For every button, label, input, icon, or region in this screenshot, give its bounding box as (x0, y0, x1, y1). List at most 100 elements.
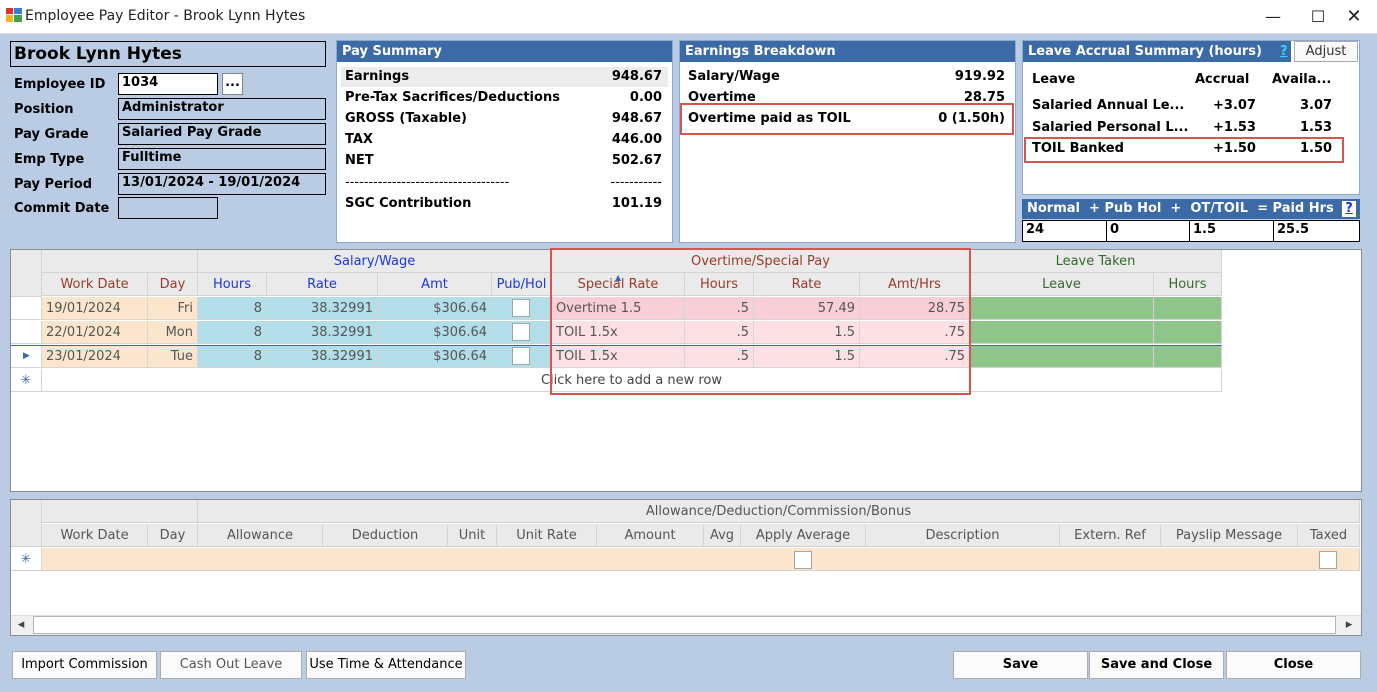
date-group-header (42, 250, 198, 273)
col-description[interactable]: Description (866, 524, 1060, 547)
employee-lookup-button[interactable]: ... (222, 73, 243, 95)
new-row-marker-icon: ✳ (11, 369, 42, 392)
col-avg[interactable]: Avg (704, 524, 741, 547)
earnings-row: Salary/Wage 919.92 (688, 69, 1005, 84)
col-work-date[interactable]: Work Date (42, 524, 148, 547)
col-payslip-message[interactable]: Payslip Message (1161, 524, 1298, 547)
col-extern-ref[interactable]: Extern. Ref (1060, 524, 1161, 547)
col-day[interactable]: Day (148, 524, 198, 547)
col-taxed[interactable]: Taxed (1298, 524, 1360, 547)
row-selector[interactable] (11, 297, 42, 320)
col-leave-hours[interactable]: Hours (1154, 273, 1222, 296)
col-allowance[interactable]: Allowance (198, 524, 323, 547)
cell-leave-hours[interactable] (1154, 321, 1222, 344)
save-button[interactable]: Save (953, 651, 1088, 679)
hours-bar-header: Normal + Pub Hol + OT/TOIL = Paid Hrs (1022, 199, 1360, 219)
row-selector[interactable] (11, 321, 42, 344)
col-apply-average[interactable]: Apply Average (741, 524, 866, 547)
col-deduction[interactable]: Deduction (323, 524, 448, 547)
col-unit[interactable]: Unit (448, 524, 497, 547)
hours-help-icon[interactable]: ? (1342, 201, 1356, 217)
cell-amt[interactable]: $306.64 (378, 345, 492, 368)
emp-type-label: Emp Type (14, 152, 85, 167)
pub-hol-checkbox[interactable] (512, 299, 530, 317)
close-icon[interactable]: ✕ (1332, 2, 1376, 32)
col-unit-rate[interactable]: Unit Rate (497, 524, 597, 547)
col-amt[interactable]: Amt (378, 273, 492, 296)
cell-hours[interactable]: 8 (198, 321, 267, 344)
commit-date-label: Commit Date (14, 201, 110, 216)
cell-leave-hours[interactable] (1154, 297, 1222, 320)
adjust-button[interactable]: Adjust (1294, 41, 1358, 62)
toil-earnings-highlight (680, 103, 1014, 135)
cell-leave-hours[interactable] (1154, 345, 1222, 368)
pay-summary-row: TAX 446.00 (345, 132, 662, 147)
leave-row-name: Salaried Annual Le... (1032, 98, 1185, 113)
cell-work-date[interactable]: 22/01/2024 (42, 321, 148, 344)
employee-name: Brook Lynn Hytes (10, 41, 326, 67)
current-row-marker-icon[interactable]: ▶ (11, 345, 42, 368)
pub-hol-checkbox[interactable] (512, 323, 530, 341)
col-day[interactable]: Day (148, 273, 198, 296)
cell-leave[interactable] (970, 321, 1154, 344)
paid-hours-field: 25.5 (1273, 220, 1360, 242)
col-work-date[interactable]: Work Date (42, 273, 148, 296)
leave-row-accrual: +3.07 (1213, 98, 1256, 113)
normal-hours-field: 24 (1022, 220, 1107, 242)
pay-summary-row: NET 502.67 (345, 153, 662, 168)
cell-hours[interactable]: 8 (198, 297, 267, 320)
cell-leave[interactable] (970, 297, 1154, 320)
scroll-right-icon[interactable]: ▸ (1341, 617, 1357, 633)
cell-hours[interactable]: 8 (198, 345, 267, 368)
import-commission-button[interactable]: Import Commission (12, 651, 157, 679)
cell-rate[interactable]: 38.32991 (267, 345, 378, 368)
leave-group-header: Leave Taken (970, 250, 1222, 273)
earnings-breakdown-title: Earnings Breakdown (680, 41, 1015, 62)
cell-amt[interactable]: $306.64 (378, 321, 492, 344)
leave-help-icon[interactable]: ? (1280, 44, 1288, 59)
col-rate[interactable]: Rate (267, 273, 378, 296)
col-leave[interactable]: Leave (970, 273, 1154, 296)
save-and-close-button[interactable]: Save and Close (1089, 651, 1224, 679)
use-time-attendance-button[interactable]: Use Time & Attendance (306, 651, 466, 679)
cell-work-date[interactable]: 23/01/2024 (42, 345, 148, 368)
cash-out-leave-button[interactable]: Cash Out Leave (160, 651, 302, 679)
leave-accrual-title: Leave Accrual Summary (hours)? (1023, 41, 1291, 62)
window-title: Employee Pay Editor - Brook Lynn Hytes (25, 8, 306, 24)
pub-hol-checkbox[interactable] (512, 347, 530, 365)
allowance-new-row[interactable] (42, 548, 1360, 571)
minimize-icon[interactable]: — (1251, 2, 1295, 32)
leave-row-accrual: +1.53 (1213, 120, 1256, 135)
pay-summary-panel: Pay Summary Earnings 948.67 Pre-Tax Sacri… (336, 40, 673, 243)
cell-work-date[interactable]: 19/01/2024 (42, 297, 148, 320)
apply-average-checkbox[interactable] (794, 551, 812, 569)
employee-id-field[interactable]: 1034 (118, 73, 218, 95)
scroll-left-icon[interactable]: ◂ (13, 617, 29, 633)
cell-day[interactable]: Tue (148, 345, 198, 368)
pay-period-label: Pay Period (14, 177, 92, 192)
ot-toil-hours-field: 1.5 (1189, 220, 1274, 242)
toil-banked-highlight (1024, 137, 1344, 163)
accrual-col-header: Accrual (1195, 72, 1250, 87)
taxed-checkbox[interactable] (1319, 551, 1337, 569)
scrollbar-thumb[interactable] (33, 616, 1336, 634)
pay-summary-row: GROSS (Taxable) 948.67 (345, 111, 662, 126)
earnings-breakdown-panel: Earnings Breakdown Salary/Wage 919.92 Ove… (679, 40, 1016, 243)
col-pub-hol[interactable]: Pub/Hol (492, 273, 552, 296)
cell-amt[interactable]: $306.64 (378, 297, 492, 320)
pay-grade-field: Salaried Pay Grade (118, 123, 326, 145)
cell-day[interactable]: Fri (148, 297, 198, 320)
pub-hol-hours-field: 0 (1106, 220, 1190, 242)
pay-summary-divider: ----------------------------------- -----… (345, 175, 662, 190)
cell-leave[interactable] (970, 345, 1154, 368)
close-button[interactable]: Close (1226, 651, 1361, 679)
leave-col-header: Leave (1032, 72, 1076, 87)
cell-rate[interactable]: 38.32991 (267, 321, 378, 344)
cell-day[interactable]: Mon (148, 321, 198, 344)
cell-rate[interactable]: 38.32991 (267, 297, 378, 320)
new-row-marker-icon: ✳ (11, 548, 42, 571)
col-amount[interactable]: Amount (597, 524, 704, 547)
app-icon (6, 8, 22, 22)
col-hours[interactable]: Hours (198, 273, 267, 296)
date-group-header (42, 500, 198, 523)
